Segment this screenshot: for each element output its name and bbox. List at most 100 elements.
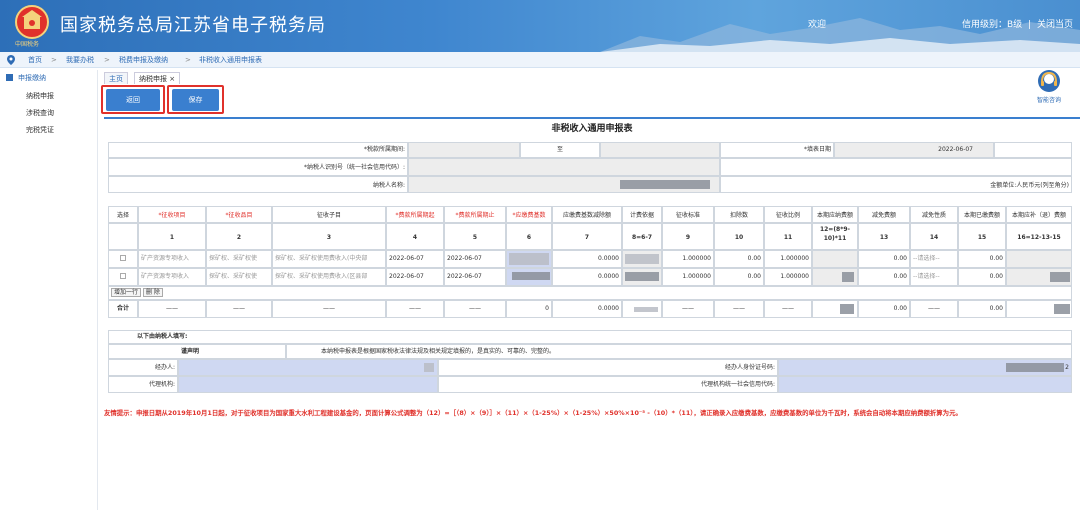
redacted-block bbox=[625, 272, 659, 281]
declaration-section: 以下由纳税人填写: bbox=[108, 330, 1072, 344]
total-paid: 0.00 bbox=[958, 300, 1006, 318]
select-project[interactable]: 矿产资源专项收入 bbox=[138, 268, 206, 286]
th-end: *费款所属期止 bbox=[444, 206, 506, 223]
th-payable: 本期应纳费额 bbox=[812, 206, 858, 223]
refund-value bbox=[1006, 250, 1072, 268]
breadcrumb-tax-tasks[interactable]: 我要办税 bbox=[66, 52, 94, 68]
declaration-label: 谨声明 bbox=[108, 344, 286, 359]
friendly-tip: 友情提示：申报日期从2019年10月1日起，对于征收项目为国家重大水利工程建设基… bbox=[104, 409, 962, 417]
credit-level: 信用级别：B级 bbox=[962, 20, 1023, 30]
breadcrumb-declare-pay[interactable]: 税费申报及缴纳 bbox=[119, 52, 168, 68]
th-base: *应缴费基数 bbox=[506, 206, 552, 223]
redacted-block bbox=[620, 180, 710, 189]
fill-date-value[interactable]: 2022-06-07 bbox=[834, 142, 994, 158]
payable-value bbox=[812, 250, 858, 268]
select-subitem[interactable]: 探矿权、采矿权使用费收入(区县部 bbox=[272, 268, 386, 286]
agency-input[interactable] bbox=[178, 376, 438, 393]
tab-home[interactable]: 主页 bbox=[104, 72, 128, 84]
input-end[interactable]: 2022-06-07 bbox=[444, 268, 506, 286]
welcome-text: 欢迎 bbox=[808, 20, 827, 30]
relief-value[interactable]: 0.00 bbox=[858, 268, 910, 286]
redacted-block bbox=[1006, 363, 1064, 372]
app-title: 国家税务总局江苏省电子税务局 bbox=[60, 15, 326, 36]
period-label: *税款所属期间: bbox=[108, 142, 408, 158]
sidebar: 申报缴纳 纳税申报 涉税查询 完税凭证 bbox=[0, 70, 98, 510]
th-item: *征收品目 bbox=[206, 206, 272, 223]
tax-emblem-icon bbox=[15, 5, 49, 39]
sidebar-item-voucher[interactable]: 完税凭证 bbox=[26, 125, 54, 135]
th-relief-nature: 减免性质 bbox=[910, 206, 958, 223]
period-end-input[interactable] bbox=[600, 142, 720, 158]
deduction-value[interactable]: 0.00 bbox=[714, 268, 764, 286]
select-item[interactable]: 探矿权、采矿权使 bbox=[206, 268, 272, 286]
save-button[interactable]: 保存 bbox=[172, 89, 219, 111]
redacted-block bbox=[625, 254, 659, 264]
th-subitem: 征收子目 bbox=[272, 206, 386, 223]
sidebar-group-declare[interactable]: 申报缴纳 bbox=[6, 73, 46, 83]
ratio-value: 1.000000 bbox=[764, 268, 812, 286]
agency-label: 代理机构: bbox=[108, 376, 178, 393]
breadcrumb: 首页 > 我要办税 > 税费申报及缴纳 > 非税收入通用申报表 bbox=[0, 52, 1080, 68]
redacted-block bbox=[1054, 304, 1070, 314]
period-start-input[interactable] bbox=[408, 142, 520, 158]
assistant-label: 智能咨询 bbox=[1036, 97, 1061, 104]
tab-declare[interactable]: 纳税申报 × bbox=[134, 72, 181, 84]
sidebar-item-query[interactable]: 涉税查询 bbox=[26, 108, 54, 118]
relief-value[interactable]: 0.00 bbox=[858, 250, 910, 268]
menu-square-icon bbox=[6, 74, 13, 81]
ratio-value: 1.000000 bbox=[764, 250, 812, 268]
redacted-block bbox=[1050, 272, 1070, 282]
th-base-deduct: 应缴费基数减除额 bbox=[552, 206, 622, 223]
redacted-block bbox=[512, 272, 550, 280]
th-deduction: 扣除数 bbox=[714, 206, 764, 223]
header-right: 信用级别：B级 | 关闭当页 bbox=[962, 20, 1073, 30]
tab-bar: 主页 纳税申报 × bbox=[104, 72, 194, 84]
divider bbox=[104, 117, 1080, 119]
add-row-button[interactable]: 增加一行 bbox=[111, 288, 142, 297]
agency-code-label: 代理机构统一社会信用代码: bbox=[438, 376, 778, 393]
redacted-block bbox=[634, 307, 658, 312]
total-deduct: 0.0000 bbox=[552, 300, 622, 318]
delete-row-button[interactable]: 删 除 bbox=[142, 288, 163, 297]
redacted-block bbox=[842, 272, 854, 282]
th-start: *费款所属期起 bbox=[386, 206, 444, 223]
logo-text: 中国税务 bbox=[15, 41, 40, 48]
row-checkbox[interactable] bbox=[120, 273, 126, 279]
agent-input[interactable] bbox=[178, 359, 438, 376]
location-pin-icon bbox=[7, 55, 15, 65]
th-standard: 征收标准 bbox=[662, 206, 714, 223]
select-project[interactable]: 矿产资源专项收入 bbox=[138, 250, 206, 268]
th-paid: 本期已缴费额 bbox=[958, 206, 1006, 223]
agency-code-input[interactable] bbox=[778, 376, 1072, 393]
th-project: *征收项目 bbox=[138, 206, 206, 223]
input-base-deduct[interactable]: 0.0000 bbox=[552, 268, 622, 286]
input-base-deduct[interactable]: 0.0000 bbox=[552, 250, 622, 268]
agent-id-label: 经办人身份证号码: bbox=[438, 359, 778, 376]
row-checkbox[interactable] bbox=[120, 255, 126, 261]
smart-assistant-button[interactable]: 智能咨询 bbox=[1028, 68, 1070, 108]
breadcrumb-home[interactable]: 首页 bbox=[28, 52, 42, 68]
input-start[interactable]: 2022-06-07 bbox=[386, 250, 444, 268]
total-relief: 0.00 bbox=[858, 300, 910, 318]
sidebar-item-declare[interactable]: 纳税申报 bbox=[26, 91, 54, 101]
breadcrumb-current: 非税收入通用申报表 bbox=[199, 56, 262, 64]
input-start[interactable]: 2022-06-07 bbox=[386, 268, 444, 286]
input-end[interactable]: 2022-06-07 bbox=[444, 250, 506, 268]
headset-icon bbox=[1038, 70, 1060, 92]
standard-value: 1.000000 bbox=[662, 268, 714, 286]
select-relief-nature[interactable]: --请选择-- bbox=[910, 268, 958, 286]
back-button[interactable]: 返回 bbox=[106, 89, 160, 111]
standard-value: 1.000000 bbox=[662, 250, 714, 268]
total-base: 0 bbox=[506, 300, 552, 318]
select-relief-nature[interactable]: --请选择-- bbox=[910, 250, 958, 268]
close-page-link[interactable]: 关闭当页 bbox=[1037, 20, 1073, 30]
select-item[interactable]: 探矿权、采矿权使 bbox=[206, 250, 272, 268]
deduction-value[interactable]: 0.00 bbox=[714, 250, 764, 268]
th-ratio: 征收比例 bbox=[764, 206, 812, 223]
taxpayer-id-value bbox=[408, 158, 720, 176]
th-relief: 减免费额 bbox=[858, 206, 910, 223]
agent-label: 经办人: bbox=[108, 359, 178, 376]
taxpayer-id-label: *纳税人识别号（统一社会信用代码）: bbox=[108, 158, 408, 176]
redacted-block bbox=[424, 363, 434, 372]
select-subitem[interactable]: 探矿权、采矿权使用费收入(中央部 bbox=[272, 250, 386, 268]
